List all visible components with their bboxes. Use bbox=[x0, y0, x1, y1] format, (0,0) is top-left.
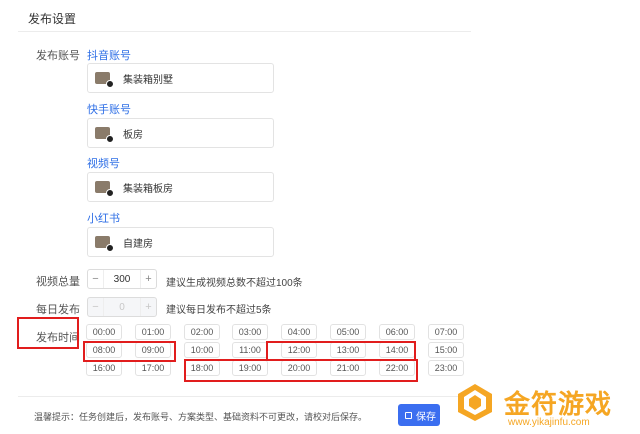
time-slot-chip[interactable]: 15:00 bbox=[428, 342, 464, 358]
watermark-title: 金符游戏 bbox=[504, 389, 613, 419]
time-slot-chip[interactable]: 00:00 bbox=[86, 324, 122, 340]
account-name: 自建房 bbox=[123, 238, 153, 250]
time-slot-chip[interactable]: 23:00 bbox=[428, 360, 464, 376]
footer-tip: 温馨提示：任务创建后，发布账号、方案类型、基础资料不可更改，请校对后保存。 bbox=[34, 412, 368, 422]
platform-xiaohongshu-label: 小红书 bbox=[87, 213, 120, 225]
stepper-value[interactable]: 0 bbox=[104, 302, 140, 313]
footer-divider bbox=[18, 396, 471, 397]
decrement-button[interactable]: − bbox=[88, 298, 104, 316]
account-card-xiaohongshu[interactable]: 自建房 bbox=[87, 227, 274, 257]
video-total-hint: 建议生成视频总数不超过100条 bbox=[166, 278, 303, 289]
highlight-box-morning bbox=[83, 341, 176, 362]
save-label: 保存 bbox=[416, 411, 436, 423]
avatar bbox=[95, 70, 114, 88]
increment-button[interactable]: + bbox=[140, 298, 156, 316]
platform-shipinhao-label: 视频号 bbox=[87, 158, 120, 170]
account-card-kuaishou[interactable]: 板房 bbox=[87, 118, 274, 148]
platform-badge-icon bbox=[106, 135, 114, 143]
avatar bbox=[95, 125, 114, 143]
platform-douyin-label: 抖音账号 bbox=[87, 50, 131, 62]
publish-account-label: 发布账号 bbox=[36, 50, 80, 62]
video-total-label: 视频总量 bbox=[36, 276, 80, 288]
time-slot-chip[interactable]: 05:00 bbox=[330, 324, 366, 340]
header-divider bbox=[18, 31, 471, 32]
highlight-box-noon bbox=[266, 341, 416, 361]
increment-button[interactable]: + bbox=[140, 270, 156, 288]
platform-kuaishou-label: 快手账号 bbox=[87, 104, 131, 116]
account-name: 集装箱板房 bbox=[123, 183, 173, 195]
time-slot-chip[interactable]: 10:00 bbox=[184, 342, 220, 358]
daily-publish-label: 每日发布 bbox=[36, 304, 80, 316]
save-icon bbox=[405, 411, 412, 419]
page-title: 发布设置 bbox=[28, 12, 77, 26]
daily-publish-stepper[interactable]: − 0 + bbox=[87, 297, 157, 317]
time-slot-chip[interactable]: 03:00 bbox=[232, 324, 268, 340]
account-card-douyin[interactable]: 集装箱别墅 bbox=[87, 63, 274, 93]
time-slot-chip[interactable]: 04:00 bbox=[281, 324, 317, 340]
platform-badge-icon bbox=[106, 189, 114, 197]
time-slot-chip[interactable]: 06:00 bbox=[379, 324, 415, 340]
highlight-box-evening bbox=[184, 359, 418, 382]
account-name: 集装箱别墅 bbox=[123, 74, 173, 86]
daily-publish-hint: 建议每日发布不超过5条 bbox=[166, 305, 272, 316]
time-slot-chip[interactable]: 07:00 bbox=[428, 324, 464, 340]
account-card-shipinhao[interactable]: 集装箱板房 bbox=[87, 172, 274, 202]
stepper-value[interactable]: 300 bbox=[104, 274, 140, 285]
highlight-box-label bbox=[17, 317, 79, 349]
avatar bbox=[95, 179, 114, 197]
platform-badge-icon bbox=[106, 80, 114, 88]
time-slot-chip[interactable]: 11:00 bbox=[232, 342, 268, 358]
video-total-stepper[interactable]: − 300 + bbox=[87, 269, 157, 289]
save-button[interactable]: 保存 bbox=[398, 404, 440, 426]
watermark: 金符游戏 www.yikajinfu.com bbox=[450, 376, 640, 434]
avatar bbox=[95, 234, 114, 252]
account-name: 板房 bbox=[123, 129, 143, 141]
time-slot-chip[interactable]: 16:00 bbox=[86, 360, 122, 376]
time-slot-chip[interactable]: 01:00 bbox=[135, 324, 171, 340]
time-slot-chip[interactable]: 17:00 bbox=[135, 360, 171, 376]
decrement-button[interactable]: − bbox=[88, 270, 104, 288]
platform-badge-icon bbox=[106, 244, 114, 252]
time-slot-chip[interactable]: 02:00 bbox=[184, 324, 220, 340]
watermark-url: www.yikajinfu.com bbox=[508, 417, 590, 428]
watermark-logo-icon bbox=[458, 384, 492, 421]
